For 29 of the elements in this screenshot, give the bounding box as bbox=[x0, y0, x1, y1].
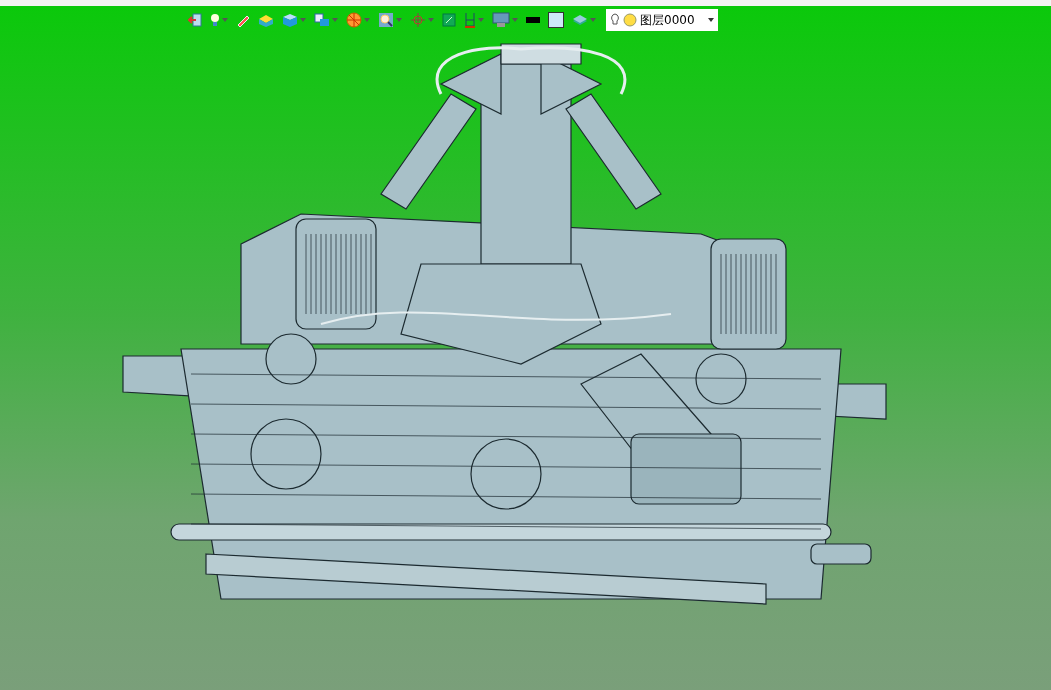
caret-icon bbox=[512, 18, 518, 22]
crosshair-icon bbox=[410, 12, 426, 28]
caret-icon bbox=[300, 18, 306, 22]
caret-icon bbox=[428, 18, 434, 22]
circle-icon bbox=[623, 13, 637, 27]
exit-icon bbox=[188, 13, 202, 27]
caret-icon bbox=[222, 18, 228, 22]
toolbar-button[interactable] bbox=[546, 9, 566, 31]
pencil-icon bbox=[236, 13, 250, 27]
caret-icon bbox=[590, 18, 596, 22]
view-cube-icon bbox=[314, 13, 330, 27]
ruler-icon bbox=[464, 12, 476, 28]
bulb-icon bbox=[610, 13, 620, 27]
bulb-icon bbox=[210, 13, 220, 27]
section-icon bbox=[346, 12, 362, 28]
zoom-icon bbox=[378, 12, 394, 28]
box-icon bbox=[258, 13, 274, 27]
line-weight-icon bbox=[526, 17, 540, 23]
layer-select[interactable]: 图层0000 bbox=[606, 9, 718, 31]
caret-icon bbox=[332, 18, 338, 22]
monitor-icon bbox=[492, 12, 510, 28]
caret-icon bbox=[364, 18, 370, 22]
layers-icon bbox=[572, 14, 588, 26]
caret-icon bbox=[708, 18, 714, 22]
caret-icon bbox=[478, 18, 484, 22]
color-swatch-icon bbox=[548, 12, 564, 28]
fit-view-icon bbox=[442, 13, 456, 27]
cube-icon bbox=[282, 13, 298, 27]
caret-icon bbox=[396, 18, 402, 22]
